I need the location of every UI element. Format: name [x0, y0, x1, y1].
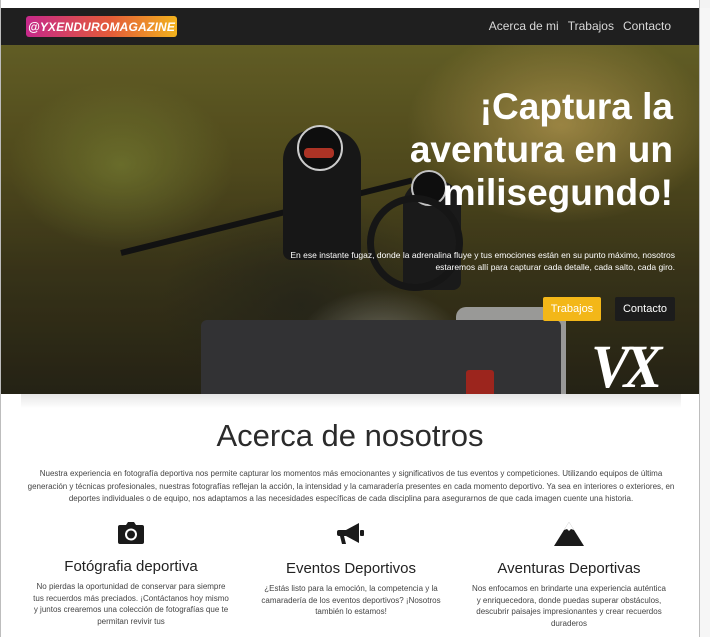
brand-logo[interactable]: @YXENDUROMAGAZINE [26, 16, 177, 37]
feature-title: Aventuras Deportivas [497, 560, 641, 577]
feature-adventures: Aventuras Deportivas Nos enfocamos en br… [469, 522, 669, 629]
hero-title: ¡Captura la aventura en un milisegundo! [409, 86, 673, 213]
works-button[interactable]: Trabajos [543, 297, 601, 321]
about-title: Acerca de nosotros [216, 418, 484, 453]
scrollbar-track[interactable] [700, 8, 710, 637]
megaphone-icon [337, 523, 364, 544]
feature-photography: Fotógrafia deportiva No pierdas la oport… [31, 522, 231, 627]
brand-label: @YXENDUROMAGAZINE [27, 19, 176, 34]
nav-link-contact[interactable]: Contacto [623, 19, 671, 33]
mountain-icon [554, 522, 584, 546]
feature-events: Eventos Deportivos ¿Estás listo para la … [251, 522, 451, 618]
hero-text: En ese instante fugaz, donde la adrenali… [290, 250, 675, 272]
camera-icon [118, 522, 144, 544]
page-frame: @YXENDUROMAGAZINE Acerca de mi Trabajos … [0, 0, 700, 637]
hero-section: ¡Captura la aventura en un milisegundo! … [1, 45, 699, 394]
section-shadow [21, 394, 681, 408]
feature-text: No pierdas la oportunidad de conservar p… [33, 582, 229, 626]
feature-text: ¿Estás listo para la emoción, la compete… [261, 584, 441, 616]
navbar: @YXENDUROMAGAZINE Acerca de mi Trabajos … [1, 8, 699, 45]
contact-button[interactable]: Contacto [615, 297, 675, 321]
feature-text: Nos enfocamos en brindarte una experienc… [472, 584, 666, 628]
nav-link-works[interactable]: Trabajos [568, 19, 614, 33]
feature-title: Fotógrafia deportiva [64, 558, 198, 575]
vx-watermark: VX [591, 332, 662, 394]
nav-link-about[interactable]: Acerca de mi [489, 19, 559, 33]
about-section: Acerca de nosotros Nuestra experiencia e… [1, 394, 699, 637]
nav-links: Acerca de mi Trabajos Contacto [489, 19, 671, 33]
feature-title: Eventos Deportivos [285, 560, 417, 577]
about-text: Nuestra experiencia en fotografía deport… [27, 469, 675, 503]
